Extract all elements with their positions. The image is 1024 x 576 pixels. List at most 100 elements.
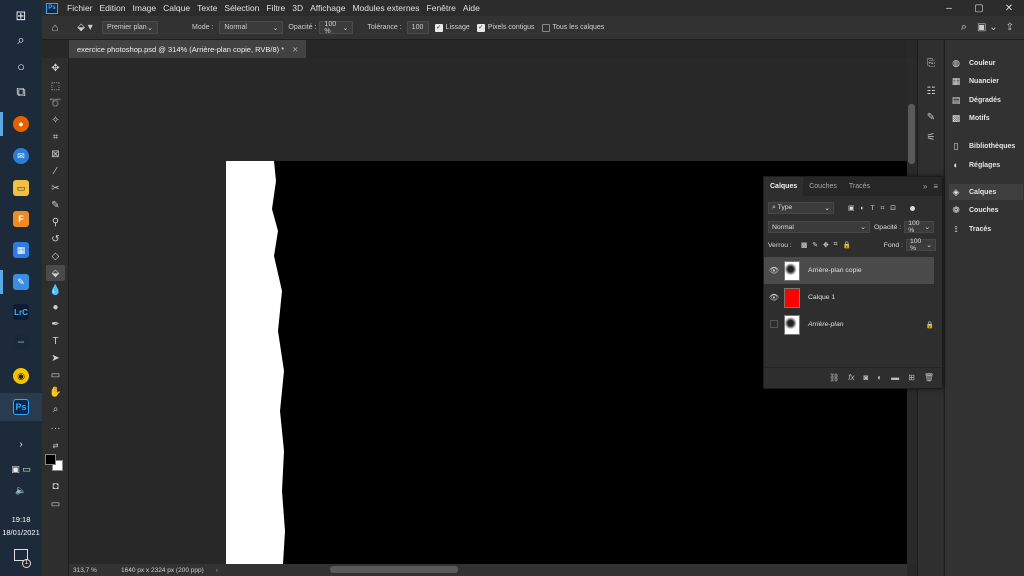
tab-calques[interactable]: Calques <box>764 177 804 196</box>
menu-calque[interactable]: Calque <box>163 3 190 13</box>
eye-icon[interactable]: 👁 <box>764 293 784 302</box>
filter-toggle-icon[interactable] <box>909 205 915 211</box>
taskbar-date[interactable]: 18/01/2021 <box>0 528 42 537</box>
filter-pixel-icon[interactable]: ▣ <box>848 204 854 212</box>
lightroom-icon[interactable]: LrC <box>0 298 42 326</box>
frame-tool-icon[interactable]: ⊠ <box>46 146 65 162</box>
collapse-panel-icon[interactable]: » <box>923 182 927 191</box>
layer-name[interactable]: Arrière-plan <box>808 321 844 328</box>
tab-traces[interactable]: Tracés <box>843 177 876 196</box>
menu-3d[interactable]: 3D <box>292 3 303 13</box>
layer-name[interactable]: Calque 1 <box>808 294 835 301</box>
close-tab-icon[interactable]: ✕ <box>292 45 298 54</box>
new-layer-icon[interactable]: ⊞ <box>908 373 915 382</box>
crop-tool-icon[interactable]: ⌗ <box>46 129 65 145</box>
cortana-icon[interactable]: ○ <box>0 52 42 80</box>
file-explorer-icon[interactable]: ▭ <box>0 174 42 202</box>
brush-settings-icon[interactable]: ✎ <box>923 110 939 124</box>
link-layers-icon[interactable]: ⛓ <box>829 373 839 382</box>
more-tools-icon[interactable]: ··· <box>46 420 65 436</box>
firefox-icon[interactable]: ● <box>0 110 42 138</box>
filter-type-icon[interactable]: T <box>871 205 875 212</box>
menu-edition[interactable]: Edition <box>100 3 126 13</box>
add-mask-icon[interactable]: ◙ <box>863 373 868 382</box>
close-icon[interactable]: ✕ <box>994 3 1024 14</box>
menu-fichier[interactable]: Fichier <box>67 3 93 13</box>
opacity-field[interactable]: 100 % ⌄ <box>319 21 354 35</box>
menu-selection[interactable]: Sélection <box>224 3 259 13</box>
zoom-level[interactable]: 313,7 % <box>73 567 113 574</box>
panel-reglages[interactable]: ◐ Réglages <box>949 157 1023 173</box>
lock-artboard-icon[interactable]: ⌗ <box>834 241 838 249</box>
app-dark-icon[interactable]: ▬ <box>0 328 42 356</box>
properties-panel-icon[interactable]: ⚟ <box>923 130 939 144</box>
adjust-panel-icon[interactable]: ☷ <box>923 84 939 98</box>
panel-bibliotheques[interactable]: ▯ Bibliothèques <box>949 138 1023 154</box>
move-tool-icon[interactable]: ✥ <box>46 60 65 76</box>
menu-aide[interactable]: Aide <box>463 3 480 13</box>
lasso-tool-icon[interactable]: ➰ <box>46 95 65 111</box>
pen-tool-icon[interactable]: ✒ <box>46 316 65 332</box>
fx-icon[interactable]: fx <box>848 373 854 382</box>
brush-tool-icon[interactable]: ✎ <box>46 197 65 213</box>
horizontal-scroll-thumb[interactable] <box>330 566 458 573</box>
menu-image[interactable]: Image <box>133 3 157 13</box>
layer-row-calque-1[interactable]: 👁 Calque 1 <box>764 284 934 311</box>
menu-texte[interactable]: Texte <box>197 3 217 13</box>
hand-tool-icon[interactable]: ✋ <box>46 384 65 400</box>
photoshop-taskbar-icon[interactable]: Ps <box>0 393 42 421</box>
rectangle-tool-icon[interactable]: ▭ <box>46 367 65 383</box>
paint-icon[interactable]: ✎ <box>0 268 42 296</box>
type-tool-icon[interactable]: T <box>46 333 65 349</box>
tab-couches[interactable]: Couches <box>803 177 843 196</box>
filter-adjustment-icon[interactable]: ◐ <box>860 205 864 212</box>
menu-modules-externes[interactable]: Modules externes <box>352 3 419 13</box>
task-view-icon[interactable]: ⧉ <box>0 78 42 106</box>
paint-bucket-preset-icon[interactable]: ⬙ ▾ <box>68 22 102 33</box>
filter-smart-icon[interactable]: ⊡ <box>890 204 896 212</box>
layer-row-arriere-plan-copie[interactable]: 👁 Arrière-plan copie <box>764 257 934 284</box>
menu-fenetre[interactable]: Fenêtre <box>427 3 456 13</box>
contiguous-checkbox[interactable]: ✓ Pixels contigus <box>476 23 535 32</box>
delete-layer-icon[interactable]: 🗑 <box>924 373 934 382</box>
eyedropper-tool-icon[interactable]: ⁄ <box>46 163 65 179</box>
tolerance-field[interactable]: 100 <box>406 21 429 34</box>
panel-couches[interactable]: ❁ Couches <box>949 202 1023 218</box>
panel-menu-icon[interactable]: ≡ <box>933 182 938 191</box>
filter-shape-icon[interactable]: ⌑ <box>881 204 885 212</box>
stamp-tool-icon[interactable]: ⚲ <box>46 214 65 230</box>
screen-mode-icon[interactable]: ▭ <box>46 496 65 512</box>
home-icon[interactable]: ⌂ <box>42 22 68 34</box>
panel-nuancier[interactable]: ▦ Nuancier <box>949 73 1023 89</box>
lock-position-icon[interactable]: ✥ <box>823 241 829 249</box>
search-icon[interactable]: ⌕ <box>961 21 967 34</box>
menu-affichage[interactable]: Affichage <box>310 3 345 13</box>
marquee-tool-icon[interactable]: ⬚ <box>46 78 65 94</box>
layer-opacity-field[interactable]: 100 % ⌄ <box>904 220 935 234</box>
antialias-checkbox[interactable]: ✓ Lissage <box>434 23 470 32</box>
swap-colors-icon[interactable]: ⇄ <box>46 438 65 454</box>
eraser-tool-icon[interactable]: ◇ <box>46 248 65 264</box>
eye-icon[interactable]: 👁 <box>764 266 784 275</box>
taskbar-time[interactable]: 19:18 <box>0 515 42 524</box>
lock-pixels-icon[interactable]: ✎ <box>812 241 818 249</box>
panel-degrades[interactable]: ▤ Dégradés <box>949 92 1023 108</box>
menu-filtre[interactable]: Filtre <box>266 3 285 13</box>
zoom-tool-icon[interactable]: ⌕ <box>46 401 65 417</box>
calculator-icon[interactable]: ▦ <box>0 236 42 264</box>
layer-name[interactable]: Arrière-plan copie <box>808 267 862 274</box>
panel-traces[interactable]: ⟟ Tracés <box>949 221 1023 237</box>
minimize-icon[interactable]: – <box>934 3 964 14</box>
layer-filter-select[interactable]: ⌕ Type ⌄ <box>768 202 834 214</box>
magic-wand-tool-icon[interactable]: ✧ <box>46 112 65 128</box>
history-brush-tool-icon[interactable]: ↺ <box>46 231 65 247</box>
paint-bucket-tool-icon[interactable]: ⬙ <box>46 265 65 281</box>
app-f-icon[interactable]: F <box>0 205 42 233</box>
layer-row-arriere-plan[interactable]: Arrière-plan 🔒 <box>764 311 934 338</box>
foreground-color-swatch[interactable] <box>45 454 56 465</box>
app-yellow-icon[interactable]: ◉ <box>0 362 42 390</box>
share-icon[interactable]: ⇪ <box>1006 22 1014 33</box>
lock-transparency-icon[interactable]: ▩ <box>801 241 807 249</box>
maximize-icon[interactable]: ▢ <box>964 3 994 14</box>
expand-icon[interactable]: › <box>0 430 42 458</box>
